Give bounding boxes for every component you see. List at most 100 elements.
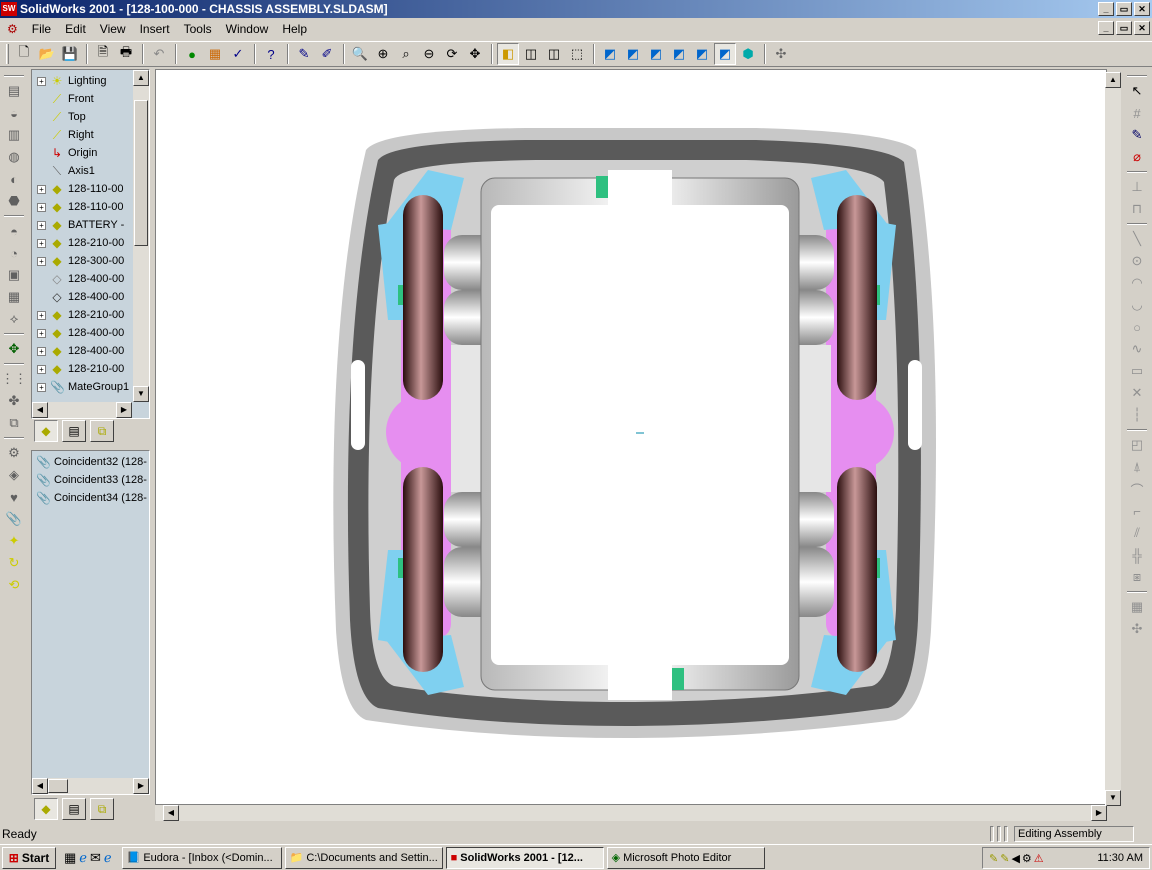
tree-item-component[interactable]: + ◆ 128-300-00 [32,252,135,270]
undo-icon[interactable]: ↶ [148,43,170,65]
doc-close-button[interactable]: ✕ [1134,21,1150,35]
color-icon[interactable]: ▦ [204,43,226,65]
pan-icon[interactable]: ✥ [464,43,486,65]
hidden-gray-icon[interactable]: ◫ [543,43,565,65]
sketch-grid-icon[interactable]: ▦ [1126,596,1148,618]
rectangle-icon[interactable]: ▭ [1126,360,1148,382]
expand-icon[interactable]: + [37,202,46,212]
scroll-up-icon[interactable]: ▲ [133,70,149,86]
expand-icon[interactable]: + [37,238,46,248]
front-view-icon[interactable]: ◩ [599,43,621,65]
zoom-out-icon[interactable]: ⊖ [418,43,440,65]
menu-edit[interactable]: Edit [58,22,93,36]
loft-icon[interactable]: ◍ [3,146,25,168]
open-icon[interactable]: 📂 [36,43,58,65]
doc-minimize-button[interactable]: _ [1098,21,1114,35]
tree-item-component[interactable]: + ◆ 128-110-00 [32,198,135,216]
fillet-icon[interactable]: ◓ [3,220,25,242]
circular-pattern-icon[interactable]: ✤ [3,390,25,412]
outlook-icon[interactable]: ✉ [90,850,101,866]
configurationmanager-tab-icon[interactable]: ⧉ [90,420,114,442]
scroll-left-icon[interactable]: ◀ [163,805,179,821]
tree-item-front[interactable]: ⟋ Front [32,90,135,108]
shaded-icon[interactable]: ◧ [497,43,519,65]
revolve-icon[interactable]: ◒ [3,102,25,124]
tree-item-component[interactable]: + ◆ 128-210-00 [32,360,135,378]
scroll-down-icon[interactable]: ▼ [1105,790,1121,806]
hidden-removed-icon[interactable]: ◫ [520,43,542,65]
wireframe-icon[interactable]: ⬚ [566,43,588,65]
rotate-icon[interactable]: ⟳ [441,43,463,65]
tree-item-component[interactable]: + ◆ 128-110-00 [32,180,135,198]
clock[interactable]: 11:30 AM [1097,852,1143,864]
graphics-area[interactable] [155,69,1107,805]
scroll-down-icon[interactable]: ▼ [133,386,149,402]
tray-pen2-icon[interactable]: ✎ [1000,852,1009,865]
extend-icon[interactable]: ⌐ [1126,500,1148,522]
browser-icon[interactable]: ℯ [104,850,112,866]
scroll-right-icon[interactable]: ▶ [1091,805,1107,821]
convert-entities-icon[interactable]: ╬ [1126,544,1148,566]
change-suppression-icon[interactable]: ♥ [3,486,25,508]
linear-step-icon[interactable]: ⧆ [1126,566,1148,588]
select-arrow-icon[interactable]: ↖ [1126,80,1148,102]
menu-window[interactable]: Window [219,22,276,36]
mirror-sketch-icon[interactable]: ⫽ [1126,522,1148,544]
menu-help[interactable]: Help [275,22,314,36]
select-icon[interactable]: ✎ [293,43,315,65]
zoom-in-icon[interactable]: ⊕ [372,43,394,65]
print-icon[interactable]: 🖶 [115,43,137,65]
line-icon[interactable]: ╲ [1126,228,1148,250]
smart-mates-icon[interactable]: ⟲ [3,574,25,596]
tree-vertical-scrollbar[interactable]: ▲ ▼ [133,70,149,402]
whats-this-icon[interactable]: ? [260,43,282,65]
point-x-icon[interactable]: ✕ [1126,382,1148,404]
scroll-up-icon[interactable]: ▲ [1105,72,1121,88]
top-view-icon[interactable]: ◩ [691,43,713,65]
task-solidworks[interactable]: ■ SolidWorks 2001 - [12... [445,846,604,869]
wheel-front-right[interactable] [837,195,877,400]
task-explorer[interactable]: 📁 C:\Documents and Settin... [284,846,443,869]
add-relation-icon[interactable]: ⊓ [1126,198,1148,220]
move-component-left-icon[interactable]: ✦ [3,530,25,552]
filter-icon[interactable]: ✐ [316,43,338,65]
tray-pen-icon[interactable]: ✎ [989,852,998,865]
expand-icon[interactable]: + [37,346,46,356]
featuremanager-tab-icon[interactable]: ◆ [34,798,58,820]
featuremanager-tab-icon[interactable]: ◆ [34,420,58,442]
mirror-icon[interactable]: ⧉ [3,412,25,434]
tree-item-component[interactable]: ◇ 128-400-00 [32,288,135,306]
offset-icon[interactable]: ⍋ [1126,456,1148,478]
tree-item-axis1[interactable]: ⟍ Axis1 [32,162,135,180]
expand-icon[interactable]: + [37,256,46,266]
wheel-front-left[interactable] [403,195,443,400]
save-icon[interactable]: 💾 [59,43,81,65]
task-photo-editor[interactable]: ◈ Microsoft Photo Editor [606,846,765,869]
cut-extrude-icon[interactable]: ◐ [3,168,25,190]
scroll-right-icon[interactable]: ▶ [133,778,149,794]
shell-icon[interactable]: ▣ [3,264,25,286]
hide-show-icon[interactable]: ◈ [3,464,25,486]
scroll-left-icon[interactable]: ◀ [32,778,48,794]
desktop-icon[interactable]: ▦ [64,850,76,866]
menu-file[interactable]: File [25,22,58,36]
menu-view[interactable]: View [93,22,133,36]
tray-antivirus-icon[interactable]: ⚠ [1034,852,1044,865]
extrude-icon[interactable]: ▤ [3,80,25,102]
point-icon[interactable]: ⊙ [1126,250,1148,272]
configurationmanager-tab-icon[interactable]: ⧉ [90,798,114,820]
propertymanager-tab-icon[interactable]: ▤ [62,420,86,442]
trim-icon[interactable]: ⌒ [1126,478,1148,500]
mates-horizontal-scrollbar[interactable]: ◀ ▶ [32,778,149,794]
move-component-icon[interactable]: ✣ [770,43,792,65]
menu-tools[interactable]: Tools [177,22,219,36]
scroll-thumb[interactable] [48,779,68,793]
tray-network-icon[interactable]: ⚙ [1022,852,1032,865]
circle-icon[interactable]: ○ [1126,316,1148,338]
mate-icon[interactable]: 📎 [3,508,25,530]
expand-icon[interactable]: + [37,328,46,338]
tree-item-battery[interactable]: + ◆ BATTERY - [32,216,135,234]
scroll-thumb[interactable] [134,100,148,246]
tree-horizontal-scrollbar[interactable]: ◀ ▶ [32,402,132,418]
insert-component-icon[interactable]: ⚙ [3,442,25,464]
